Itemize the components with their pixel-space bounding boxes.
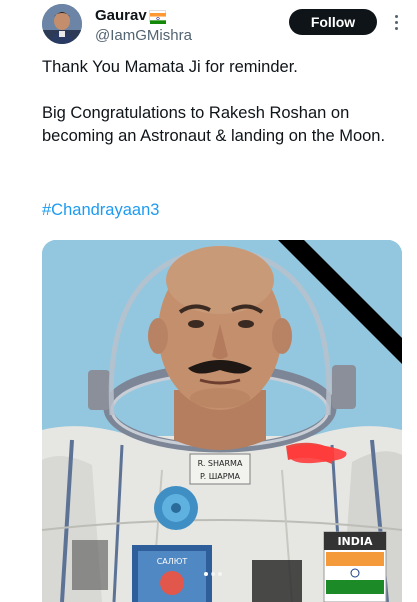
carousel-dot[interactable]: [218, 572, 222, 576]
india-flag-icon: [148, 9, 166, 24]
avatar[interactable]: [42, 4, 82, 44]
shoulder-patch-text: INDIA: [337, 535, 373, 548]
patch-text: САЛЮТ: [157, 557, 188, 566]
user-handle[interactable]: @IamGMishra: [95, 27, 192, 44]
tweet-card: Gaurav @IamGMishra Follow Thank You Mama…: [0, 0, 417, 602]
avatar-image: [42, 4, 82, 44]
astronaut-photo: R. SHARMA P. ШАРМА САЛЮТ INDIA: [42, 240, 402, 602]
tweet-line-1: Thank You Mamata Ji for reminder.: [42, 58, 298, 76]
tweet-text: Thank You Mamata Ji for reminder. Big Co…: [42, 56, 402, 148]
hashtag-link[interactable]: #Chandrayaan3: [42, 201, 159, 220]
more-options-icon[interactable]: [389, 8, 403, 36]
follow-button[interactable]: Follow: [289, 9, 377, 35]
carousel-indicator: [204, 572, 222, 576]
tweet-line-2: Big Congratulations to Rakesh Roshan on …: [42, 104, 386, 145]
badge-name-cyrillic: P. ШАРМА: [200, 472, 240, 481]
tweet-media-image[interactable]: R. SHARMA P. ШАРМА САЛЮТ INDIA: [42, 240, 402, 602]
user-name-row: Gaurav: [95, 7, 166, 24]
badge-name-latin: R. SHARMA: [198, 459, 243, 468]
carousel-dot[interactable]: [211, 572, 215, 576]
carousel-dot[interactable]: [204, 572, 208, 576]
display-name[interactable]: Gaurav: [95, 7, 147, 24]
india-shoulder-patch: INDIA: [323, 531, 387, 602]
